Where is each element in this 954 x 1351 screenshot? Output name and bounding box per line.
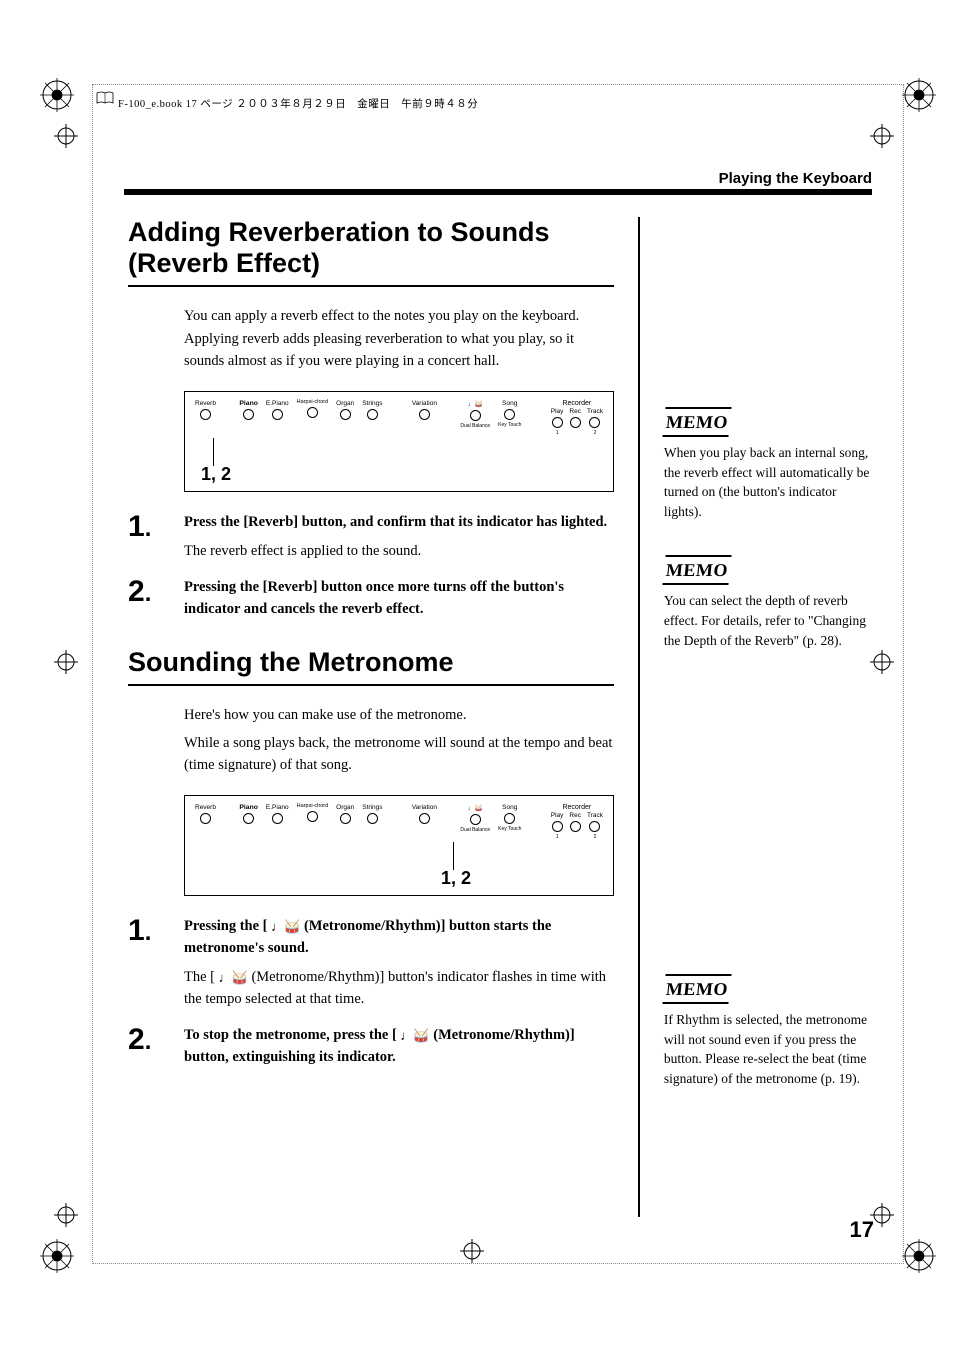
registration-rosette-icon — [902, 1239, 936, 1273]
step-detail: The [ ♩🥁 (Metronome/Rhythm)] button's in… — [184, 967, 614, 1011]
registration-rosette-icon — [40, 1239, 74, 1273]
book-binding-icon — [96, 91, 114, 110]
metronome-icon: ♩🥁 — [219, 968, 248, 988]
registration-rosette-icon — [40, 78, 74, 112]
section-title-reverb: Adding Reverberation to Sounds (Reverb E… — [128, 217, 614, 287]
metronome-icon: ♩🥁 — [468, 804, 483, 812]
memo-label-icon: MEMO — [662, 974, 731, 1004]
memo-block-3: MEMO If Rhythm is selected, the metronom… — [664, 974, 872, 1088]
memo-text: When you play back an internal song, the… — [664, 443, 872, 521]
step-lead: Pressing the [Reverb] button once more t… — [184, 579, 564, 617]
step-1-reverb: 1 Press the [Reverb] button, and confirm… — [128, 512, 614, 564]
step-lead: To stop the metronome, press the [ ♩🥁 (M… — [184, 1027, 575, 1065]
memo-label-icon: MEMO — [662, 407, 731, 437]
memo-text: If Rhythm is selected, the metronome wil… — [664, 1010, 872, 1088]
section1-intro: You can apply a reverb effect to the not… — [184, 305, 614, 372]
step-2-reverb: 2 Pressing the [Reverb] button once more… — [128, 577, 614, 621]
side-column: MEMO When you play back an internal song… — [664, 217, 872, 1217]
registration-cross-icon — [54, 650, 78, 674]
memo-block-2: MEMO You can select the depth of reverb … — [664, 555, 872, 650]
step-1-metronome: 1 Pressing the [ ♩🥁 (Metronome/Rhythm)] … — [128, 916, 614, 1011]
memo-label-icon: MEMO — [662, 555, 731, 585]
column-divider — [638, 217, 640, 1217]
section2-intro2: While a song plays back, the metronome w… — [184, 732, 614, 777]
running-head-rule — [124, 189, 872, 195]
memo-text: You can select the depth of reverb effec… — [664, 591, 872, 650]
running-head: Playing the Keyboard — [128, 170, 872, 187]
registration-cross-icon — [870, 650, 894, 674]
main-column: Adding Reverberation to Sounds (Reverb E… — [128, 217, 614, 1217]
registration-rosette-icon — [902, 78, 936, 112]
panel-diagram-metronome: Reverb Piano E.Piano Harpsi-chord Organ … — [184, 795, 614, 896]
step-detail: The reverb effect is applied to the soun… — [184, 541, 614, 563]
registration-cross-icon — [54, 124, 78, 148]
memo-block-1: MEMO When you play back an internal song… — [664, 407, 872, 521]
step-2-metronome: 2 To stop the metronome, press the [ ♩🥁 … — [128, 1025, 614, 1069]
print-meta-header: F-100_e.book 17 ページ ２００３年８月２９日 金曜日 午前９時４… — [118, 96, 478, 111]
page-number: 17 — [850, 1217, 874, 1243]
panel-diagram-reverb: Reverb Piano E.Piano Harpsi-chord Organ … — [184, 391, 614, 492]
metronome-icon: ♩🥁 — [468, 400, 483, 408]
metronome-icon: ♩🥁 — [271, 917, 300, 937]
panel-callout-metronome: 1, 2 — [441, 868, 603, 889]
step-number: 2 — [128, 577, 172, 621]
step-number: 1 — [128, 916, 172, 1011]
step-lead: Pressing the [ ♩🥁 (Metronome/Rhythm)] bu… — [184, 918, 551, 956]
step-number: 2 — [128, 1025, 172, 1069]
section-title-metronome: Sounding the Metronome — [128, 647, 614, 686]
step-number: 1 — [128, 512, 172, 564]
page-content: Playing the Keyboard Adding Reverberatio… — [128, 170, 872, 1217]
panel-callout-reverb: 1, 2 — [201, 464, 603, 485]
metronome-icon: ♩🥁 — [400, 1026, 429, 1046]
step-lead: Press the [Reverb] button, and confirm t… — [184, 514, 607, 530]
registration-cross-icon — [870, 124, 894, 148]
section2-intro1: Here's how you can make use of the metro… — [184, 704, 614, 726]
registration-cross-icon — [460, 1239, 484, 1263]
registration-cross-icon — [54, 1203, 78, 1227]
